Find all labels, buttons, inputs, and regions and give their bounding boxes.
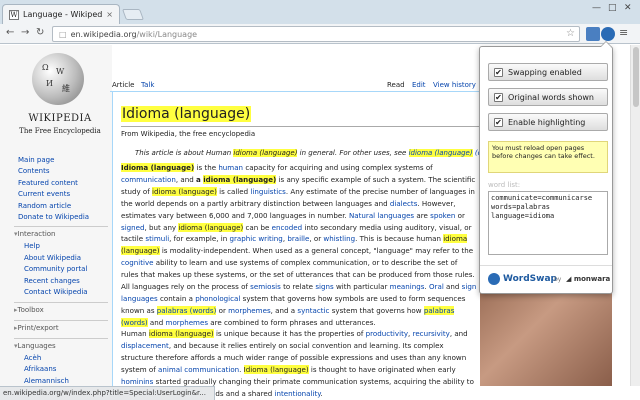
article-content: Idioma (language) From Wikipedia, the fr…	[112, 92, 488, 398]
title-rule	[121, 126, 483, 127]
sidebar-item-current-events[interactable]: Current events	[18, 190, 70, 198]
sidebar-heading-languages[interactable]: Languages	[14, 342, 56, 350]
reload-notice: You must reload open pages before change…	[488, 141, 608, 173]
scrollbar-thumb[interactable]	[633, 47, 639, 107]
tab-strip: W Language - Wikipedia, t × — □ ✕	[0, 0, 640, 24]
swapping-enabled-toggle[interactable]: ✔ Swapping enabled	[488, 63, 608, 81]
wordswap-extension-icon[interactable]	[601, 27, 615, 41]
bookmark-star-icon[interactable]: ☆	[566, 28, 575, 39]
hatnote: This article is about Human idioma (lang…	[135, 149, 488, 157]
back-icon[interactable]: ←	[6, 27, 14, 38]
sidebar-divider	[14, 320, 108, 321]
tab-edit[interactable]: Edit	[412, 81, 426, 89]
forward-icon[interactable]: →	[21, 27, 29, 38]
tab-talk[interactable]: Talk	[141, 81, 154, 89]
hatnote-text: in general. For other uses, see	[297, 149, 409, 157]
sidebar-item-contact[interactable]: Contact Wikipedia	[24, 288, 88, 296]
sidebar-item-community[interactable]: Community portal	[24, 265, 87, 273]
checkbox-checked-icon[interactable]: ✔	[494, 67, 503, 77]
url-path: /wiki/Language	[136, 29, 198, 39]
sidebar-item-contents[interactable]: Contents	[18, 167, 50, 175]
sidebar-heading-interaction[interactable]: Interaction	[14, 230, 56, 238]
new-tab-button[interactable]	[121, 9, 145, 20]
sidebar-item-help[interactable]: Help	[24, 242, 40, 250]
word-list-label: word list:	[488, 181, 521, 189]
popup-divider	[480, 265, 612, 266]
reload-icon[interactable]: ↻	[36, 27, 44, 38]
wordswap-logo-icon	[488, 273, 500, 285]
page-tabs: Article Talk Read Edit View history	[110, 78, 480, 92]
page-scrollbar[interactable]	[630, 45, 640, 386]
tab-close-icon[interactable]: ×	[106, 10, 113, 19]
wikipedia-wordmark: WIKIPEDIA	[28, 113, 92, 124]
hatnote-text: This article is about Human	[135, 149, 234, 157]
sidebar-item-about[interactable]: About Wikipedia	[24, 254, 81, 262]
status-bar: en.wikipedia.org/w/index.php?title=Speci…	[0, 386, 215, 400]
sidebar-item-language[interactable]: Acèh	[24, 354, 41, 362]
highlighting-label: Enable highlighting	[508, 117, 586, 127]
checkbox-checked-icon[interactable]: ✔	[494, 117, 503, 127]
sidebar-item-featured[interactable]: Featured content	[18, 179, 78, 187]
from-wikipedia: From Wikipedia, the free encyclopedia	[121, 130, 256, 138]
article-paragraph-1: Idioma (language) is the human capacity …	[121, 163, 477, 327]
tab-read[interactable]: Read	[387, 81, 405, 89]
hatnote-link[interactable]: idioma (language)	[408, 149, 473, 157]
sidebar-item-main-page[interactable]: Main page	[18, 156, 54, 164]
address-bar[interactable]: □ en.wikipedia.org/wiki/Language ☆	[52, 26, 580, 42]
wikipedia-tagline: The Free Encyclopedia	[19, 127, 101, 135]
sidebar-divider	[14, 302, 108, 303]
url-host: en.wikipedia.org	[70, 29, 137, 39]
sidebar-item-random[interactable]: Random article	[18, 202, 71, 210]
tab-view-history[interactable]: View history	[433, 81, 476, 89]
extension-icon[interactable]	[586, 27, 600, 41]
checkbox-checked-icon[interactable]: ✔	[494, 92, 503, 102]
wordswap-name: WordSwap	[503, 274, 557, 284]
enable-highlighting-toggle[interactable]: ✔ Enable highlighting	[488, 113, 608, 131]
tab-title: Language - Wikipedia, t	[23, 10, 103, 19]
page-title: Idioma (language)	[121, 106, 252, 122]
page-icon: □	[59, 29, 67, 39]
cuneiform-tablet-image[interactable]	[480, 288, 612, 386]
wordswap-brand: WordSwap	[488, 273, 557, 285]
original-words-toggle[interactable]: ✔ Original words shown	[488, 88, 608, 106]
sidebar-divider	[14, 226, 108, 227]
wikipedia-favicon-icon: W	[9, 9, 19, 20]
sidebar-divider	[14, 338, 108, 339]
browser-tab[interactable]: W Language - Wikipedia, t ×	[2, 4, 120, 24]
browser-toolbar: ← → ↻ □ en.wikipedia.org/wiki/Language ☆	[0, 24, 640, 44]
wiki-sidebar: ΩWИ維 WIKIPEDIA The Free Encyclopedia Mai…	[0, 45, 112, 386]
swapped-word: idioma (language)	[233, 149, 298, 157]
sidebar-item-language[interactable]: Alemannisch	[24, 377, 69, 385]
chrome-menu-icon[interactable]: ≡	[619, 26, 628, 39]
sidebar-heading-toolbox[interactable]: Toolbox	[14, 306, 44, 314]
wikipedia-globe-logo[interactable]: ΩWИ維	[32, 53, 84, 105]
sidebar-item-donate[interactable]: Donate to Wikipedia	[18, 213, 89, 221]
sidebar-heading-print-export[interactable]: Print/export	[14, 324, 59, 332]
swapping-label: Swapping enabled	[508, 67, 582, 77]
sidebar-item-recent-changes[interactable]: Recent changes	[24, 277, 80, 285]
sidebar-item-language[interactable]: Afrikaans	[24, 365, 56, 373]
minimize-icon[interactable]: —	[592, 3, 601, 13]
wordswap-popup: ✔ Swapping enabled ✔ Original words show…	[479, 41, 613, 294]
close-window-icon[interactable]: ✕	[624, 3, 632, 13]
tab-article[interactable]: Article	[112, 81, 134, 89]
original-label: Original words shown	[508, 92, 594, 102]
monwara-logo[interactable]: ◢ monwara	[566, 275, 610, 283]
word-list-textarea[interactable]: communicate=communicarse words=palabras …	[488, 191, 608, 255]
maximize-icon[interactable]: □	[608, 3, 617, 13]
by-label: by	[554, 276, 562, 283]
